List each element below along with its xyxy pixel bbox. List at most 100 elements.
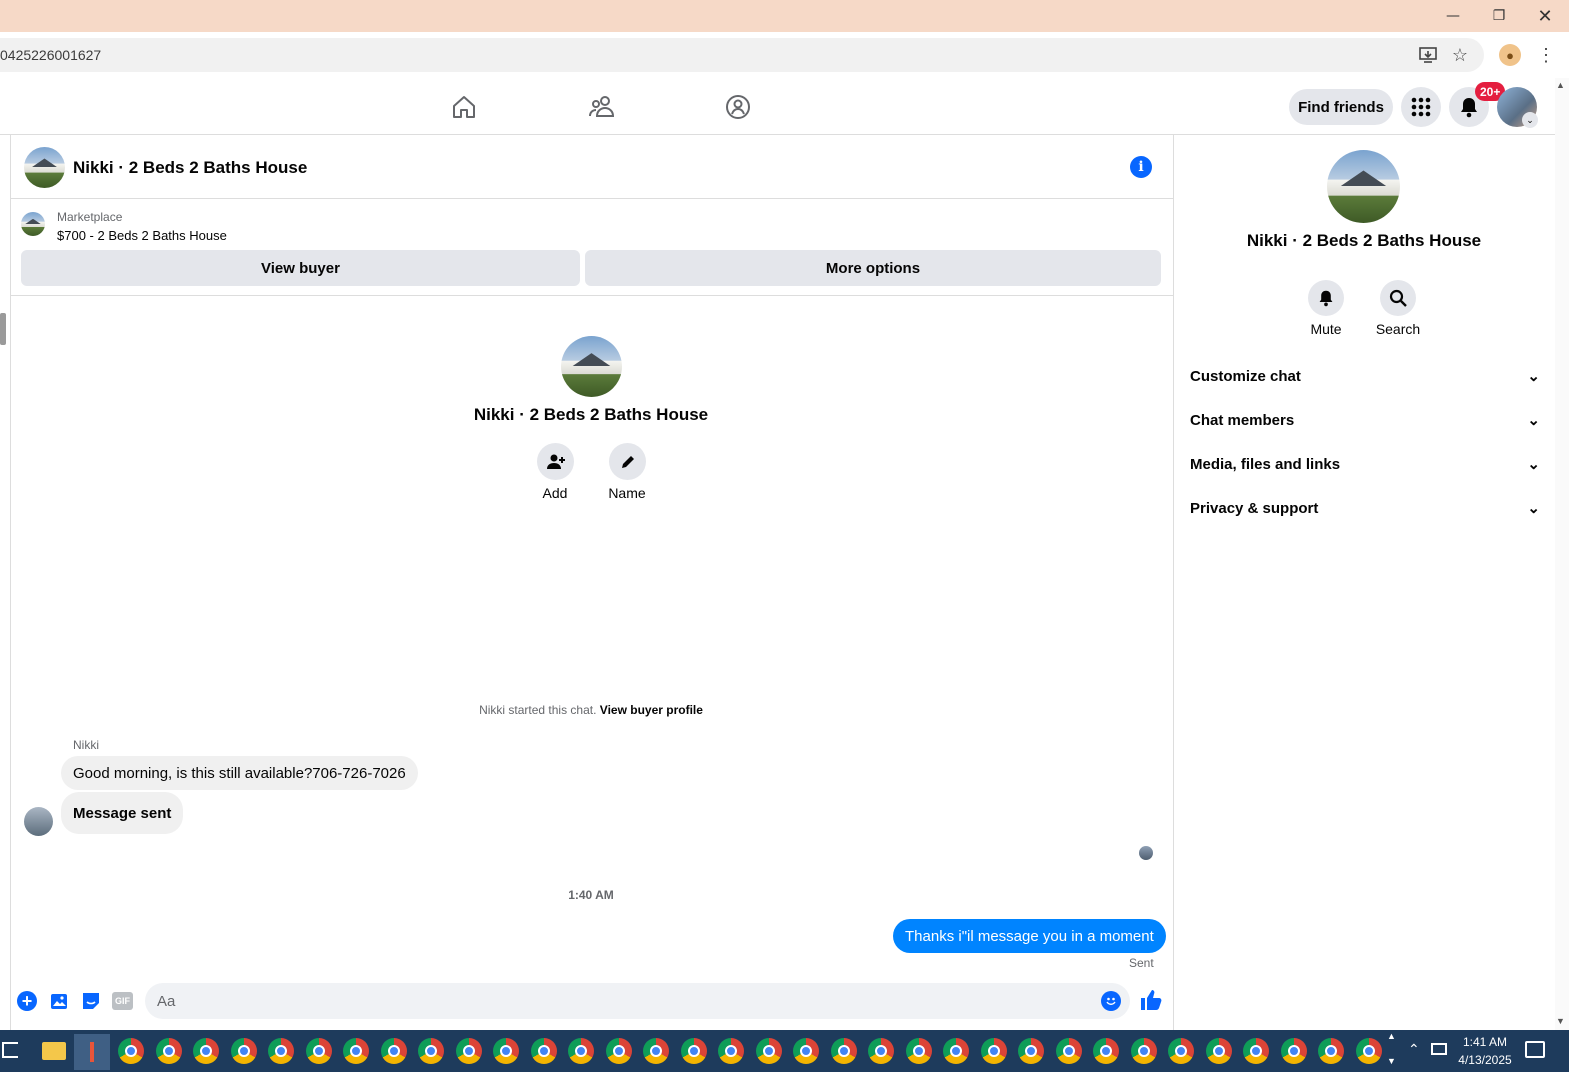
chrome-taskbar-icon[interactable]	[1318, 1038, 1344, 1064]
page-scrollbar[interactable]	[1555, 78, 1569, 1030]
bookmark-star-icon[interactable]: ☆	[1447, 42, 1473, 68]
sidebar-item-chat-members[interactable]: Chat members ⌄	[1190, 405, 1540, 435]
left-scrollbar-thumb[interactable]	[0, 313, 6, 345]
restore-icon[interactable]: ❐	[1476, 0, 1522, 32]
thumbs-up-icon[interactable]	[1140, 989, 1162, 1016]
chrome-taskbar-icon[interactable]	[268, 1038, 294, 1064]
task-view-icon[interactable]	[2, 1042, 18, 1058]
photo-icon[interactable]	[50, 991, 70, 1016]
view-buyer-button[interactable]: View buyer	[21, 250, 580, 286]
home-icon[interactable]	[449, 92, 479, 122]
chrome-taskbar-icon[interactable]	[418, 1038, 444, 1064]
sidebar-avatar	[1327, 150, 1400, 223]
chrome-taskbar-icon[interactable]	[530, 1038, 557, 1064]
scroll-up-icon[interactable]: ▲	[1556, 80, 1565, 90]
scroll-down-icon[interactable]: ▼	[1556, 1016, 1565, 1026]
chrome-taskbar-icon[interactable]	[1205, 1038, 1232, 1064]
chrome-taskbar-icon[interactable]	[830, 1038, 857, 1064]
taskbar-scroll-down-icon[interactable]: ▼	[1387, 1056, 1396, 1066]
incoming-message[interactable]: Message sent	[61, 792, 184, 834]
chevron-down-icon: ⌄	[1527, 412, 1540, 429]
chrome-taskbar-icon[interactable]	[380, 1038, 407, 1064]
sticker-icon[interactable]	[81, 991, 101, 1016]
chrome-taskbar-icon[interactable]	[155, 1038, 182, 1064]
message-input[interactable]: Aa	[145, 983, 1130, 1019]
chrome-taskbar-icon[interactable]	[1355, 1038, 1382, 1064]
started-text: Nikki started this chat.	[479, 703, 597, 717]
chrome-taskbar-icon[interactable]	[605, 1038, 632, 1064]
mute-bell-icon[interactable]	[1308, 280, 1344, 316]
emoji-icon[interactable]	[1101, 991, 1121, 1011]
close-icon[interactable]: ✕	[1522, 0, 1568, 32]
clock-time[interactable]: 1:41 AM	[1455, 1035, 1515, 1049]
menu-grid-icon[interactable]	[1401, 87, 1441, 127]
chrome-taskbar-icon[interactable]	[868, 1038, 894, 1064]
chrome-taskbar-icon[interactable]	[680, 1038, 707, 1064]
add-label: Add	[542, 485, 568, 501]
network-icon[interactable]	[1431, 1043, 1447, 1055]
tray-chevron-icon[interactable]: ⌃	[1408, 1041, 1420, 1058]
chrome-menu-icon[interactable]: ⋮	[1533, 42, 1559, 68]
sender-avatar[interactable]	[24, 807, 53, 836]
groups-icon[interactable]	[723, 92, 753, 122]
chrome-taskbar-icon[interactable]	[455, 1038, 482, 1064]
chrome-taskbar-icon[interactable]	[1280, 1038, 1307, 1064]
chrome-taskbar-icon[interactable]	[905, 1038, 932, 1064]
plus-icon[interactable]: +	[17, 991, 37, 1011]
chrome-taskbar-icon[interactable]	[230, 1038, 257, 1064]
clock-date[interactable]: 4/13/2025	[1451, 1053, 1519, 1067]
taskbar-scroll-up-icon[interactable]: ▲	[1387, 1031, 1396, 1041]
action-center-icon[interactable]	[1525, 1041, 1545, 1058]
name-label: Name	[608, 485, 646, 501]
chrome-taskbar-icon[interactable]	[943, 1038, 969, 1064]
chrome-taskbar-icon[interactable]	[343, 1038, 369, 1064]
chevron-down-icon: ⌄	[1527, 368, 1540, 385]
address-bar[interactable]: 0425226001627	[0, 38, 1484, 72]
chrome-taskbar-icon[interactable]	[1168, 1038, 1194, 1064]
sidebar-item-label: Customize chat	[1190, 367, 1301, 385]
sidebar-item-media[interactable]: Media, files and links ⌄	[1190, 449, 1540, 479]
minimize-icon[interactable]: —	[1430, 0, 1476, 32]
chrome-taskbar-icon[interactable]	[1055, 1038, 1082, 1064]
incoming-message[interactable]: Good morning, is this still available?70…	[61, 756, 418, 790]
outgoing-message[interactable]: Thanks i"il message you in a moment	[893, 919, 1166, 953]
mute-label: Mute	[1310, 321, 1342, 337]
gif-icon[interactable]: GIF	[112, 992, 133, 1010]
add-person-icon[interactable]	[537, 443, 574, 480]
sidebar-item-customize-chat[interactable]: Customize chat ⌄	[1190, 361, 1540, 391]
sidebar-item-privacy[interactable]: Privacy & support ⌄	[1190, 493, 1540, 523]
pencil-icon[interactable]	[609, 443, 646, 480]
view-buyer-profile-link[interactable]: View buyer profile	[600, 703, 703, 717]
chrome-taskbar-icon[interactable]	[755, 1038, 782, 1064]
chrome-taskbar-icon[interactable]	[1093, 1038, 1119, 1064]
more-options-button[interactable]: More options	[585, 250, 1161, 286]
search-icon[interactable]	[1380, 280, 1416, 316]
chrome-taskbar-icon[interactable]	[718, 1038, 744, 1064]
chrome-taskbar-icon[interactable]	[1243, 1038, 1269, 1064]
info-icon[interactable]: i	[1130, 156, 1152, 178]
profile-icon[interactable]: ●	[1497, 42, 1523, 68]
chat-header-avatar[interactable]	[24, 147, 65, 188]
chrome-taskbar-icon[interactable]	[980, 1038, 1007, 1064]
find-friends-button[interactable]: Find friends	[1289, 89, 1393, 125]
chrome-taskbar-icon[interactable]	[793, 1038, 819, 1064]
chrome-taskbar-icon[interactable]	[643, 1038, 669, 1064]
chat-title[interactable]: Nikki · 2 Beds 2 Baths House	[73, 158, 307, 178]
chrome-taskbar-icon[interactable]	[1018, 1038, 1044, 1064]
chrome-taskbar-icon[interactable]	[193, 1038, 219, 1064]
chrome-taskbar-icon[interactable]	[118, 1038, 144, 1064]
chrome-taskbar-icon[interactable]	[493, 1038, 519, 1064]
chrome-taskbar-icon[interactable]	[1130, 1038, 1157, 1064]
chevron-down-icon: ⌄	[1527, 456, 1540, 473]
chrome-taskbar-icon[interactable]	[568, 1038, 594, 1064]
listing-title[interactable]: $700 - 2 Beds 2 Baths House	[57, 228, 227, 243]
active-app-icon[interactable]	[74, 1034, 110, 1070]
chat-started-note: Nikki started this chat. View buyer prof…	[300, 703, 882, 717]
friends-icon[interactable]	[587, 92, 617, 122]
listing-thumbnail	[21, 212, 45, 236]
file-explorer-icon[interactable]	[42, 1042, 66, 1060]
install-app-icon[interactable]	[1415, 42, 1441, 68]
sidebar-item-label: Privacy & support	[1190, 499, 1319, 517]
chrome-taskbar-icon[interactable]	[305, 1038, 332, 1064]
account-chevron-icon[interactable]: ⌄	[1522, 112, 1538, 128]
